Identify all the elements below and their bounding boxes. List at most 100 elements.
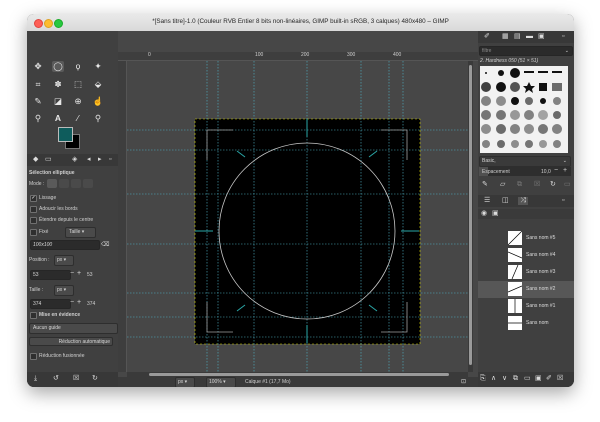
feather-label: Adoucir les bords: [39, 206, 78, 212]
transform-icon[interactable]: ⬚: [72, 79, 84, 90]
filter-chevron-icon[interactable]: ⌄: [565, 47, 569, 55]
layers-dock-menu-icon[interactable]: ▫: [562, 197, 564, 205]
layer-row[interactable]: Sans nom #5: [478, 230, 574, 247]
path-to-selection-icon[interactable]: ▭: [524, 375, 531, 383]
warp-icon[interactable]: ✽: [52, 79, 64, 90]
smudge-icon[interactable]: ☝: [92, 96, 104, 107]
vertical-scroll-thumb[interactable]: [469, 65, 472, 365]
undo-history-tab-icon[interactable]: ◈: [72, 156, 77, 164]
restore-preset-icon[interactable]: ↺: [53, 375, 59, 383]
ellipse-select-icon[interactable]: ◯: [52, 61, 64, 72]
position-x-decrement-icon[interactable]: −: [70, 270, 74, 278]
foreground-color-swatch[interactable]: [58, 127, 73, 142]
navigate-icon[interactable]: ⊡: [461, 378, 466, 386]
highlight-checkbox[interactable]: [30, 312, 37, 319]
fixed-size-value: 100x100: [33, 242, 53, 248]
position-unit-dropdown[interactable]: px ▾: [54, 255, 74, 266]
layer-row[interactable]: Sans nom #3: [478, 264, 574, 281]
spacing-increment-icon[interactable]: +: [563, 167, 567, 174]
color-picker-icon[interactable]: ⁄: [72, 113, 84, 124]
raise-path-icon[interactable]: ∧: [491, 375, 496, 383]
position-x-field[interactable]: 53: [30, 270, 71, 280]
antialias-checkbox[interactable]: ✓: [30, 195, 37, 202]
tool-options-tab-icon[interactable]: ◆: [33, 156, 38, 164]
mode-intersect-button[interactable]: [83, 179, 93, 188]
expand-checkbox[interactable]: [30, 217, 37, 224]
position-x-increment-icon[interactable]: +: [77, 270, 81, 278]
images-tab-icon[interactable]: ◂: [87, 156, 91, 164]
spacing-slider[interactable]: Espacement 10,0 − +: [479, 167, 571, 176]
brush-grid[interactable]: [480, 66, 568, 153]
refresh-brushes-icon[interactable]: ↻: [550, 181, 556, 189]
zoom-dropdown[interactable]: 100% ▾: [206, 377, 236, 387]
lower-path-icon[interactable]: ∨: [502, 375, 507, 383]
auto-shrink-button[interactable]: Réduction automatique: [29, 337, 113, 346]
fuzzy-select-icon[interactable]: ✦: [92, 61, 104, 72]
mode-add-button[interactable]: [59, 179, 69, 188]
tab-menu-icon[interactable]: ▫: [109, 156, 111, 164]
dock-menu-icon[interactable]: ▫: [562, 33, 564, 41]
clear-field-icon[interactable]: ⌫: [101, 241, 109, 249]
crop-icon[interactable]: ⌗: [32, 79, 44, 90]
delete-brush-icon[interactable]: ☒: [534, 181, 540, 189]
brush-dialog-icon[interactable]: ▭: [564, 181, 571, 189]
position-y-value[interactable]: 53: [87, 272, 93, 278]
bucket-fill-icon[interactable]: ⬙: [92, 79, 104, 90]
edit-brush-icon[interactable]: ✎: [482, 181, 488, 189]
layer-row[interactable]: Sans nom #4: [478, 247, 574, 264]
size-w-increment-icon[interactable]: +: [77, 299, 81, 307]
layer-name: Sans nom: [526, 320, 549, 326]
brush-icon[interactable]: ✎: [32, 96, 44, 107]
layer-row[interactable]: Sans nom #1: [478, 298, 574, 315]
zoom-icon[interactable]: ⚲: [92, 113, 104, 124]
spacing-decrement-icon[interactable]: −: [554, 167, 558, 174]
layer-row[interactable]: Sans nom: [478, 315, 574, 332]
delete-preset-icon[interactable]: ☒: [73, 375, 79, 383]
brush-preset-dropdown[interactable]: Basic, ⌄: [479, 156, 571, 167]
selection-to-path-icon[interactable]: ▣: [535, 375, 542, 383]
new-brush-icon[interactable]: ▱: [500, 181, 505, 189]
duplicate-path-icon[interactable]: ⧉: [513, 375, 518, 383]
lasso-icon[interactable]: ϙ: [72, 61, 84, 72]
text-icon[interactable]: A: [52, 113, 64, 124]
patterns-tab-icon[interactable]: ▦: [502, 33, 509, 41]
brush-thumbnails[interactable]: [480, 66, 568, 153]
save-preset-icon[interactable]: ⤓: [34, 375, 37, 383]
reset-options-icon[interactable]: ↻: [92, 375, 98, 383]
layer-row-selected[interactable]: Sans nom #2: [478, 281, 574, 298]
brush-filter-input[interactable]: filtre ⌄: [479, 46, 573, 56]
feather-checkbox[interactable]: [30, 206, 37, 213]
clone-icon[interactable]: ⊕: [72, 96, 84, 107]
channels-tab-icon[interactable]: ◫: [502, 197, 509, 205]
unit-dropdown[interactable]: px ▾: [175, 377, 195, 387]
horizontal-scroll-thumb[interactable]: [149, 373, 449, 376]
mode-replace-button[interactable]: [47, 179, 57, 188]
guides-dropdown[interactable]: Aucun guide: [29, 323, 118, 334]
fonts-tab-icon[interactable]: ▤: [514, 33, 521, 41]
size-w-field[interactable]: 374: [30, 299, 71, 309]
vertical-scrollbar[interactable]: [468, 61, 473, 372]
fixed-mode-dropdown[interactable]: Taille ▾: [65, 227, 96, 238]
paths-icon[interactable]: ⚲: [32, 113, 44, 124]
fixed-checkbox[interactable]: [30, 229, 37, 236]
image-canvas[interactable]: [127, 61, 468, 372]
duplicate-brush-icon[interactable]: ⧉: [517, 181, 522, 189]
device-status-tab-icon[interactable]: ▭: [45, 156, 52, 164]
size-w-decrement-icon[interactable]: −: [70, 299, 74, 307]
move-icon[interactable]: ✥: [32, 61, 44, 72]
fixed-size-field[interactable]: 100x100: [30, 240, 100, 250]
size-h-value[interactable]: 374: [87, 301, 95, 307]
mode-subtract-button[interactable]: [71, 179, 81, 188]
stroke-path-icon[interactable]: ✐: [546, 375, 552, 383]
shrink-merged-checkbox[interactable]: [30, 353, 37, 360]
eraser-icon[interactable]: ◪: [52, 96, 64, 107]
new-path-icon[interactable]: ⎘: [480, 375, 486, 383]
tab-scroll-right-icon[interactable]: ▸: [98, 156, 102, 164]
layers-tab-icon[interactable]: ☰: [484, 197, 490, 205]
document-history-tab-icon[interactable]: ▣: [538, 33, 545, 41]
brushes-tab-icon[interactable]: ✐: [484, 33, 490, 41]
gradients-tab-icon[interactable]: ▬: [526, 33, 533, 41]
size-unit-dropdown[interactable]: px ▾: [54, 285, 74, 296]
delete-path-icon[interactable]: ☒: [557, 375, 563, 383]
paths-tab-icon[interactable]: ⤨: [518, 197, 528, 205]
